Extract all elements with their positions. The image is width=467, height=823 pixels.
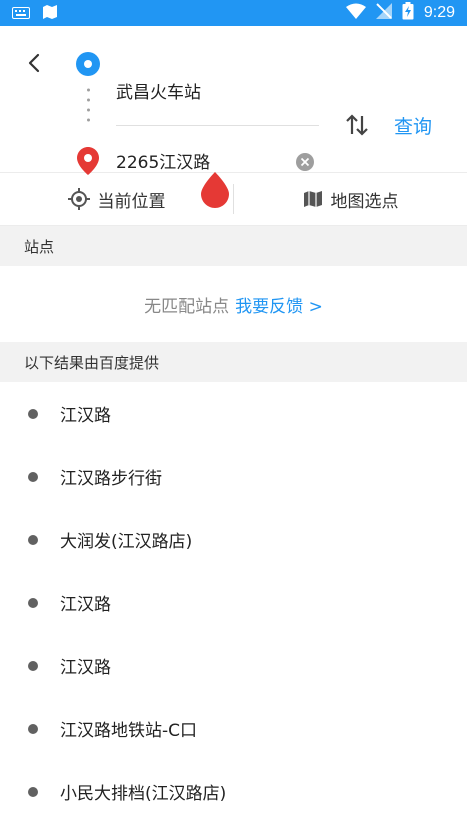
swap-arrows-icon xyxy=(346,114,368,136)
bullet-icon xyxy=(28,723,38,734)
results-header: 以下结果由百度提供 xyxy=(0,342,467,382)
list-item[interactable]: 大润发(江汉路店) xyxy=(0,508,467,571)
list-item[interactable]: 江汉路地铁站-C口 xyxy=(0,697,467,760)
list-item[interactable]: 小民大排档(江汉路店) xyxy=(0,760,467,823)
chevron-left-icon xyxy=(28,53,40,73)
result-label: 江汉路 xyxy=(60,406,111,426)
map-icon xyxy=(303,191,322,207)
stations-header: 站点 xyxy=(0,226,467,266)
list-item[interactable]: 江汉路步行街 xyxy=(0,445,467,508)
status-bar: 9:29 xyxy=(0,0,467,26)
list-item[interactable]: 江汉路 xyxy=(0,571,467,634)
feedback-link[interactable]: 我要反馈 > xyxy=(235,292,323,317)
keyboard-icon xyxy=(12,4,30,23)
result-label: 小民大排档(江汉路店) xyxy=(60,784,227,804)
no-signal-icon xyxy=(375,3,392,23)
origin-field[interactable]: 武昌火车站 xyxy=(116,78,201,103)
map-select-label: 地图选点 xyxy=(330,191,399,212)
location-options: 当前位置 地图选点 xyxy=(0,173,467,226)
origin-marker-icon xyxy=(76,52,100,76)
back-button[interactable] xyxy=(24,52,46,74)
bullet-icon xyxy=(28,408,38,419)
result-label: 江汉路 xyxy=(60,595,111,615)
list-item[interactable]: 江汉路 xyxy=(0,382,467,445)
bullet-icon xyxy=(28,660,38,671)
result-label: 江汉路 xyxy=(60,658,111,678)
bullet-icon xyxy=(28,597,38,608)
route-dots-icon xyxy=(87,88,90,122)
results-list: 江汉路 江汉路步行街 大润发(江汉路店) 江汉路 江汉路 江汉路地铁站-C口 小… xyxy=(0,382,467,823)
result-label: 江汉路地铁站-C口 xyxy=(60,721,198,741)
no-match-text: 无匹配站点 xyxy=(144,296,230,317)
text-cursor-handle-icon[interactable] xyxy=(201,172,229,208)
query-button[interactable]: 查询 xyxy=(394,112,432,139)
route-header: 武昌火车站 查询 xyxy=(0,26,467,208)
current-location-label: 当前位置 xyxy=(97,191,166,212)
result-label: 大润发(江汉路店) xyxy=(60,532,193,552)
destination-pin-icon xyxy=(77,147,99,175)
battery-charging-icon xyxy=(402,2,414,24)
crosshair-icon xyxy=(67,188,90,210)
field-divider xyxy=(116,125,319,126)
swap-button[interactable] xyxy=(344,112,370,138)
list-item[interactable]: 江汉路 xyxy=(0,634,467,697)
wifi-icon xyxy=(345,3,366,23)
destination-input[interactable] xyxy=(116,150,286,170)
map-select-button[interactable]: 地图选点 xyxy=(234,187,467,212)
clear-input-button[interactable] xyxy=(296,153,314,171)
no-match-message: 无匹配站点 我要反馈 > xyxy=(0,266,467,342)
bullet-icon xyxy=(28,786,38,797)
map-app-icon xyxy=(42,4,58,23)
bullet-icon xyxy=(28,471,38,482)
current-location-button[interactable]: 当前位置 xyxy=(0,187,233,212)
close-icon xyxy=(300,157,310,167)
bullet-icon xyxy=(28,534,38,545)
status-time: 9:29 xyxy=(423,4,455,21)
result-label: 江汉路步行街 xyxy=(60,469,162,489)
